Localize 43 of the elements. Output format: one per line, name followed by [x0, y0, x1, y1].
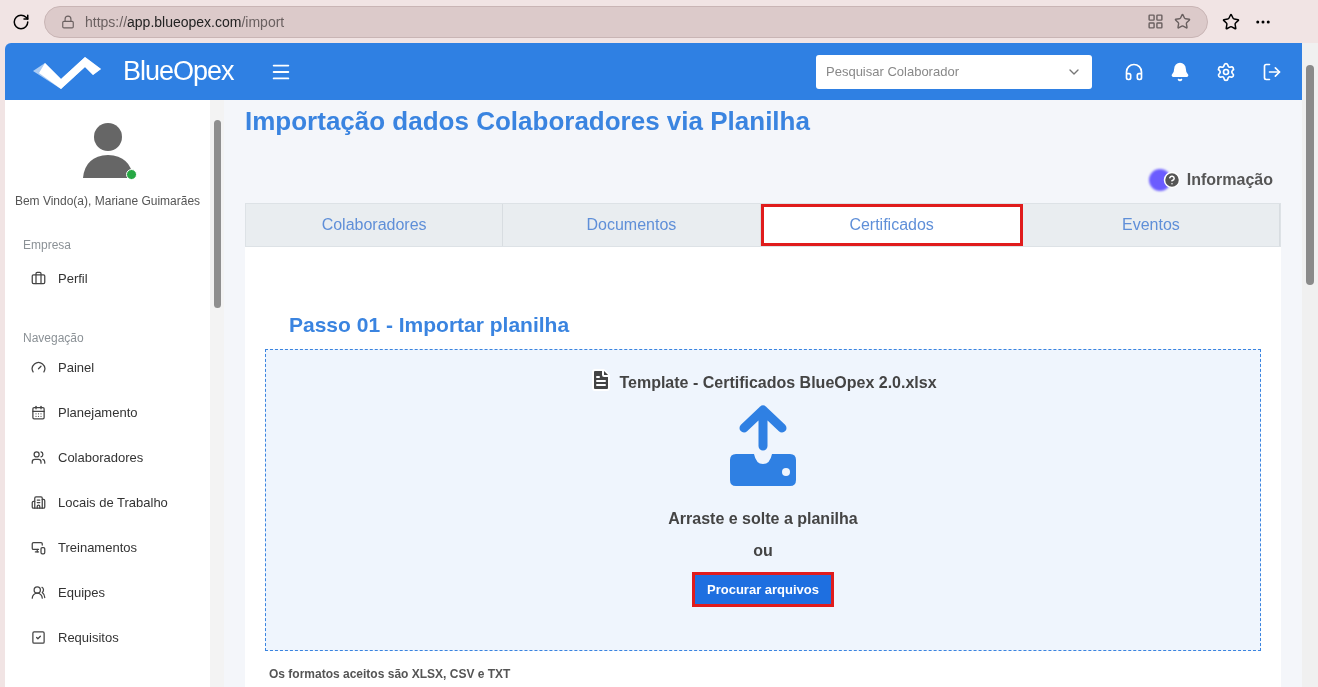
sidebar-item[interactable]: Painel [31, 345, 210, 390]
checkbox-icon [31, 630, 46, 645]
devices-icon [31, 540, 46, 555]
section-title: Empresa [23, 238, 73, 252]
users-icon [31, 450, 46, 465]
template-link[interactable]: Template - Certificados BlueOpex 2.0.xlsx [619, 374, 937, 392]
formats-note: Os formatos aceitos são XLSX, CSV e TXT [269, 667, 512, 681]
gauge-icon [31, 360, 46, 375]
sidebar-item[interactable]: Locais de Trabalho [31, 480, 210, 525]
favorite-icon[interactable] [1174, 13, 1191, 30]
building-icon [31, 495, 46, 510]
step-title: Passo 01 - Importar planilha [289, 313, 571, 337]
page-title: Importação dados Colaboradores via Planilha [245, 106, 811, 137]
notifications-button[interactable] [1170, 61, 1190, 82]
sidebar-item[interactable]: Planejamento [31, 390, 210, 435]
briefcase-icon [31, 271, 46, 286]
support-button[interactable] [1124, 61, 1144, 82]
sidebar-item[interactable]: Requisitos [31, 615, 210, 660]
sidebar-item[interactable]: Equipes [31, 570, 210, 615]
browse-files-button[interactable]: Procurar arquivos [692, 572, 834, 607]
or-text: ou [753, 542, 773, 560]
section-title: Navegação [23, 331, 85, 345]
page-scrollbar[interactable] [1302, 43, 1318, 687]
address-bar[interactable]: https://app.blueopex.com/import [44, 5, 1208, 38]
calendar-icon [31, 405, 46, 420]
favorites-icon[interactable] [1222, 12, 1240, 31]
drop-zone[interactable]: Template - Certificados BlueOpex 2.0.xlsx Arraste e solte a planilha ou Procurar arquivos [265, 349, 1261, 651]
url-text: https://app.blueopex.com/import [85, 13, 285, 30]
refresh-icon[interactable] [12, 12, 30, 31]
info-link[interactable]: Informação [1186, 171, 1273, 189]
logout-button[interactable] [1262, 61, 1282, 82]
sidebar-item[interactable]: Colaboradores [31, 435, 210, 480]
sidebar-scrollbar[interactable] [210, 100, 224, 687]
lock-icon [61, 14, 75, 29]
search-field[interactable]: Pesquisar Colaborador [816, 54, 1092, 89]
apps-icon[interactable] [1147, 13, 1164, 30]
team-icon [31, 585, 46, 600]
sidebar-item[interactable]: Perfil [31, 256, 210, 301]
sidebar-item[interactable]: Treinamentos [31, 525, 210, 570]
drag-instruction: Arraste e solte a planilha [668, 510, 858, 528]
settings-button[interactable] [1216, 61, 1236, 82]
welcome-text: Bem Vindo(a), Mariane Guimarães [13, 194, 202, 208]
brand-name: BlueOpex [123, 56, 234, 87]
